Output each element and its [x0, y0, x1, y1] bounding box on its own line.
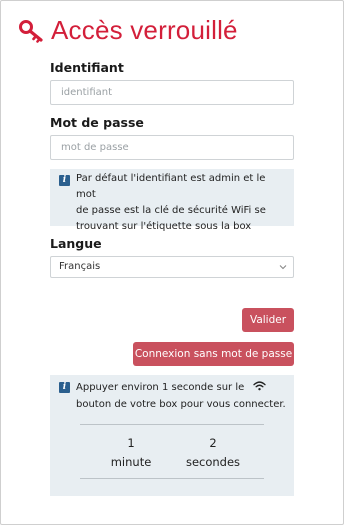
passwordless-login-button[interactable]: Connexion sans mot de passe — [133, 342, 294, 366]
default-credentials-info: i Par défaut l'identifiant est admin et … — [50, 169, 294, 232]
language-label: Langue — [50, 236, 102, 251]
info-icon: i — [59, 382, 70, 393]
wps-line-2: bouton de votre box pour vous connecter. — [76, 399, 286, 410]
info-line-3: trouvant sur l'étiquette sous la box — [76, 221, 252, 232]
wps-line-1: Appuyer environ 1 seconde sur le — [76, 382, 245, 393]
language-select[interactable]: Français — [50, 256, 294, 278]
identifier-input[interactable] — [50, 80, 294, 105]
language-selected-value: Français — [59, 261, 101, 272]
info-line-2: de passe est la clé de sécurité WiFi se — [76, 205, 266, 216]
password-label: Mot de passe — [50, 115, 144, 130]
identifier-label: Identifiant — [50, 60, 124, 75]
wifi-icon — [253, 381, 267, 391]
timer-divider-top — [80, 424, 264, 425]
info-line-1: Par défaut l'identifiant est admin et le… — [76, 173, 266, 200]
key-icon — [19, 19, 43, 43]
header: Accès verrouillé — [18, 15, 238, 46]
submit-button[interactable]: Valider — [242, 308, 294, 332]
minutes-unit: minute — [110, 455, 152, 469]
seconds-unit: secondes — [185, 455, 241, 469]
chevron-down-icon — [279, 265, 287, 270]
info-icon: i — [59, 175, 70, 186]
wps-info-panel: i Appuyer environ 1 seconde sur le bouto… — [50, 375, 294, 496]
seconds-value: 2 — [209, 436, 217, 450]
timer-divider-bottom — [80, 478, 264, 479]
page-title: Accès verrouillé — [51, 15, 238, 45]
minutes-value: 1 — [127, 436, 135, 450]
login-panel: Accès verrouillé Identifiant Mot de pass… — [0, 0, 344, 525]
password-input[interactable] — [50, 135, 294, 160]
wps-instructions: Appuyer environ 1 seconde sur le bouton … — [76, 379, 286, 413]
